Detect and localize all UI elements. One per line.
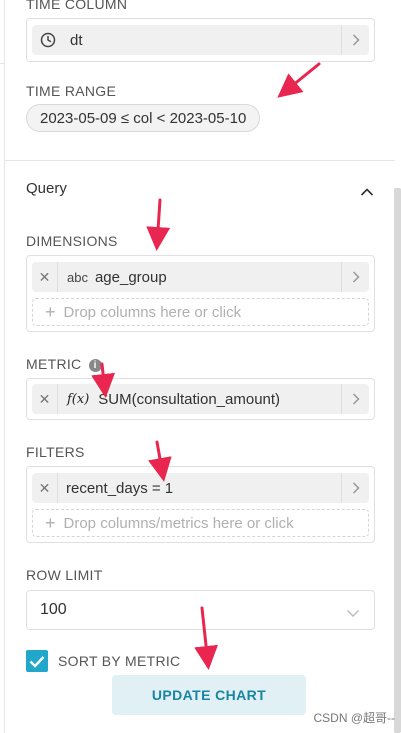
metric-label-text: METRIC [26, 356, 82, 372]
filters-box[interactable]: ✕ recent_days = 1 + Drop columns/metrics… [26, 466, 375, 543]
section-divider [5, 160, 395, 161]
update-chart-button[interactable]: UPDATE CHART [112, 675, 306, 715]
row-limit-select[interactable]: 100 [26, 590, 375, 630]
time-column-select[interactable]: dt [26, 18, 375, 62]
time-column-pill[interactable]: dt [32, 25, 369, 55]
annotation-arrow [277, 62, 321, 98]
remove-icon[interactable]: ✕ [32, 262, 58, 292]
time-range-chip[interactable]: 2023-05-09 ≤ col < 2023-05-10 [26, 104, 261, 132]
panel-left-border [4, 0, 5, 733]
time-range-label: TIME RANGE [26, 83, 117, 99]
time-column-label: TIME COLUMN [26, 0, 128, 12]
dimension-value: age_group [94, 268, 167, 286]
chevron-down-icon[interactable] [346, 605, 360, 623]
filters-drop-placeholder: Drop columns/metrics here or click [63, 514, 294, 532]
dimensions-box[interactable]: ✕ abc age_group + Drop columns here or c… [26, 255, 375, 332]
chevron-right-icon[interactable] [341, 25, 369, 55]
dimensions-label: DIMENSIONS [26, 233, 118, 249]
row-limit-label: ROW LIMIT [26, 567, 103, 583]
chevron-right-icon[interactable] [341, 262, 369, 292]
remove-icon[interactable]: ✕ [32, 473, 58, 503]
dimension-pill[interactable]: ✕ abc age_group [32, 262, 369, 292]
chevron-right-icon[interactable] [341, 473, 369, 503]
filters-drop-zone[interactable]: + Drop columns/metrics here or click [32, 509, 369, 537]
clock-icon [32, 32, 64, 48]
metric-pill[interactable]: ✕ f(x) SUM(consultation_amount) [32, 384, 369, 414]
metric-value: SUM(consultation_amount) [98, 390, 281, 408]
panel-separator [0, 63, 5, 64]
plus-icon: + [45, 302, 56, 322]
chevron-right-icon[interactable] [341, 384, 369, 414]
metric-label: METRIC i [26, 356, 102, 372]
annotation-arrow [146, 198, 171, 251]
metric-box[interactable]: ✕ f(x) SUM(consultation_amount) [26, 378, 375, 420]
string-type-icon: abc [67, 269, 88, 285]
sort-by-metric-label: SORT BY METRIC [58, 653, 181, 669]
scrollbar[interactable] [394, 188, 401, 733]
watermark: CSDN @超哥-- [313, 711, 395, 725]
time-column-value: dt [70, 31, 83, 49]
plus-icon: + [45, 513, 56, 533]
remove-icon[interactable]: ✕ [32, 384, 58, 414]
info-icon[interactable]: i [88, 359, 102, 372]
dimensions-drop-placeholder: Drop columns here or click [63, 303, 242, 321]
dimensions-drop-zone[interactable]: + Drop columns here or click [32, 298, 369, 326]
filter-pill[interactable]: ✕ recent_days = 1 [32, 473, 369, 503]
function-icon: f(x) [67, 391, 90, 407]
checkmark-icon [29, 655, 45, 668]
chevron-up-icon[interactable] [360, 184, 374, 202]
sort-by-metric-checkbox[interactable] [26, 650, 48, 672]
row-limit-value: 100 [40, 601, 67, 618]
filter-value: recent_days = 1 [66, 479, 174, 497]
query-section-title: Query [26, 180, 67, 197]
filters-label: FILTERS [26, 444, 85, 460]
